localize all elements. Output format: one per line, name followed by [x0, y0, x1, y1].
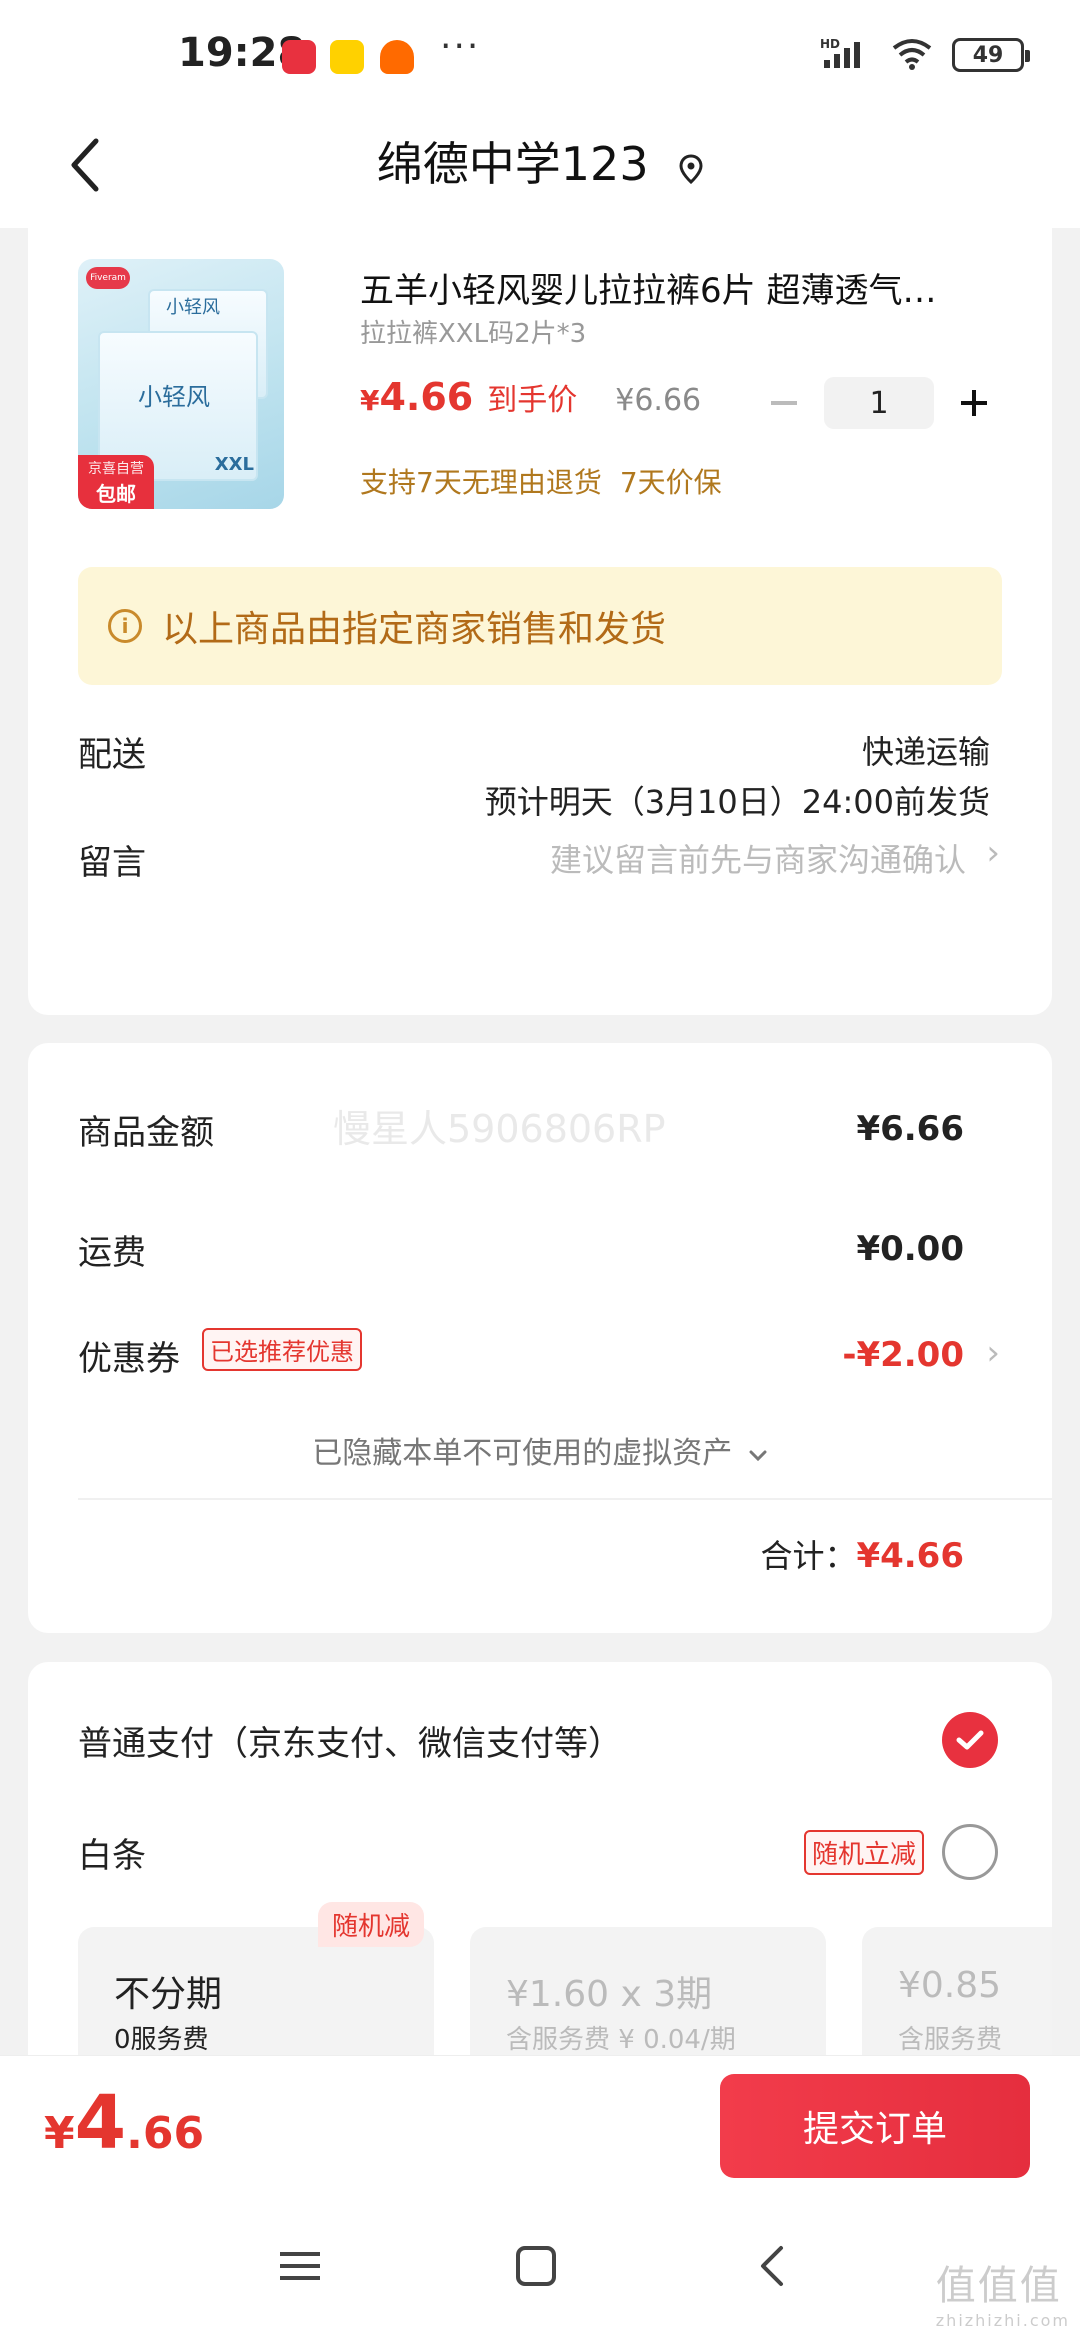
address-title-text: 绵德中学123: [376, 137, 649, 191]
system-back-icon: [761, 2246, 783, 2286]
message-input[interactable]: 建议留言前先与商家沟通确认: [550, 835, 966, 881]
delivery-method: 快递运输: [861, 733, 990, 771]
chevron-right-icon: ›: [986, 833, 1000, 873]
user-watermark: 慢星人5906806RP: [333, 1107, 666, 1151]
home-square-icon: [516, 2246, 556, 2286]
free-shipping-tag: 京喜自营 包邮: [78, 455, 154, 509]
self-operated-label: 京喜自营: [88, 460, 144, 477]
product-pack-brand-text-2: 小轻风: [138, 383, 210, 411]
coupon-chevron-icon[interactable]: ›: [986, 1333, 1000, 1373]
checkout-bar: ¥4.66 提交订单: [0, 2055, 1080, 2190]
notice-text: 以上商品由指定商家销售和发货: [162, 609, 667, 650]
service-price-protect: 7天价保: [619, 466, 722, 499]
delivery-eta: 预计明天（3月10日）24:00前发货: [484, 783, 990, 821]
submit-order-button[interactable]: 提交订单: [720, 2074, 1030, 2178]
menu-icon: [280, 2252, 320, 2280]
coupon-label: 优惠券: [78, 1339, 180, 1379]
menu-button[interactable]: [260, 2226, 340, 2306]
installment-sub: 0服务费: [114, 2025, 209, 2055]
top-nav: 绵德中学123: [0, 110, 1080, 228]
checkout-total: ¥4.66: [44, 2080, 205, 2166]
location-pin-icon: [679, 141, 703, 195]
random-discount-badge: 随机立减: [803, 1830, 924, 1875]
info-icon: i: [108, 609, 142, 643]
hidden-assets-text: 已隐藏本单不可使用的虚拟资产: [312, 1436, 733, 1471]
coupon-value[interactable]: -¥2.00: [842, 1335, 964, 1375]
baitiao-radio[interactable]: [942, 1824, 998, 1880]
app-notification-icon-2: [380, 40, 414, 74]
original-price: ¥6.66: [615, 383, 702, 418]
merchant-notice: i 以上商品由指定商家销售和发货: [78, 567, 1002, 685]
installment-main: 不分期: [114, 1974, 223, 2015]
increase-quantity-button[interactable]: [946, 375, 1002, 431]
site-watermark-text: 值值值: [935, 2263, 1062, 2309]
system-nav-bar: 值值值 zhizhizhi.com: [0, 2190, 1080, 2340]
product-title[interactable]: 五羊小轻风婴儿拉拉裤6片 超薄透气…: [360, 263, 1000, 312]
normal-payment-label[interactable]: 普通支付（京东支付、微信支付等）: [78, 1716, 622, 1765]
final-price-label: 到手价: [487, 383, 578, 418]
app-notification-icon: [282, 40, 316, 74]
decrease-quantity-button[interactable]: [756, 375, 812, 431]
total-value: ¥4.66: [856, 1536, 964, 1576]
site-watermark-url: zhizhizhi.com: [935, 2311, 1070, 2330]
home-button[interactable]: [496, 2226, 576, 2306]
service-return: 支持7天无理由退货: [360, 466, 602, 499]
coupon-selected-badge: 已选推荐优惠: [202, 1328, 362, 1371]
installment-sub: 含服务费: [898, 2025, 1003, 2055]
system-back-button[interactable]: [732, 2226, 812, 2306]
wifi-icon: [890, 36, 934, 74]
total-label: 合计：: [760, 1537, 857, 1575]
goods-amount-value: ¥6.66: [856, 1109, 964, 1149]
baitiao-label[interactable]: 白条: [78, 1828, 146, 1877]
meituan-notification-icon: [330, 40, 364, 74]
status-bar: 19:28 ··· HD 49: [0, 0, 1080, 110]
product-brand-logo: Fiveram: [86, 267, 130, 289]
installment-main: ¥0.85: [898, 1965, 1002, 2006]
battery-level: 49: [972, 42, 1004, 68]
order-item-card: Fiveram 小轻风 小轻风 XXL 京喜自营 包邮 五羊小轻风婴儿拉拉裤6片…: [28, 225, 1052, 1015]
plus-icon: [961, 390, 987, 416]
quantity-input[interactable]: 1: [824, 377, 934, 429]
delivery-label: 配送: [78, 735, 146, 775]
order-total: 合计：¥4.66: [760, 1531, 964, 1577]
site-watermark: 值值值 zhizhizhi.com: [936, 2253, 1070, 2330]
goods-amount-label: 商品金额: [78, 1113, 214, 1153]
product-size-mark: XXL: [214, 454, 254, 475]
minus-icon: [771, 401, 797, 405]
signal-hd-label: HD: [820, 37, 840, 51]
service-guarantees: 支持7天无理由退货 7天价保: [360, 461, 722, 501]
random-reduce-tag: 随机减: [318, 1902, 425, 1947]
divider: [78, 1498, 1052, 1500]
hidden-assets-toggle[interactable]: 已隐藏本单不可使用的虚拟资产: [28, 1428, 1052, 1472]
installment-main: ¥1.60 x 3期: [506, 1974, 713, 2015]
quantity-stepper: 1: [756, 375, 1002, 431]
message-label: 留言: [78, 843, 146, 883]
product-pack-brand-text: 小轻风: [166, 297, 220, 318]
product-image[interactable]: Fiveram 小轻风 小轻风 XXL 京喜自营 包邮: [78, 259, 284, 509]
battery-icon: 49: [952, 38, 1030, 72]
more-notifications-icon: ···: [440, 26, 481, 67]
address-title[interactable]: 绵德中学123: [0, 128, 1080, 195]
shipping-fee-label: 运费: [78, 1233, 146, 1273]
amount-summary-card: 慢星人5906806RP 商品金额 ¥6.66 运费 ¥0.00 优惠券 已选推…: [28, 1043, 1052, 1633]
chevron-down-icon: [748, 1436, 768, 1471]
signal-icon: HD: [820, 36, 872, 74]
shipping-fee-value: ¥0.00: [856, 1229, 964, 1269]
check-icon: [956, 1730, 984, 1750]
product-spec: 拉拉裤XXL码2片*3: [360, 319, 587, 349]
free-shipping-label: 包邮: [96, 481, 136, 506]
normal-payment-radio[interactable]: [942, 1712, 998, 1768]
installment-sub: 含服务费 ¥ 0.04/期: [506, 2025, 736, 2055]
price-row: ¥4.66 到手价 ¥6.66: [360, 375, 701, 419]
payment-method-card: 普通支付（京东支付、微信支付等） 白条 随机立减 不分期 0服务费 随机减 ¥1…: [28, 1662, 1052, 2082]
final-price: ¥4.66: [360, 375, 474, 419]
